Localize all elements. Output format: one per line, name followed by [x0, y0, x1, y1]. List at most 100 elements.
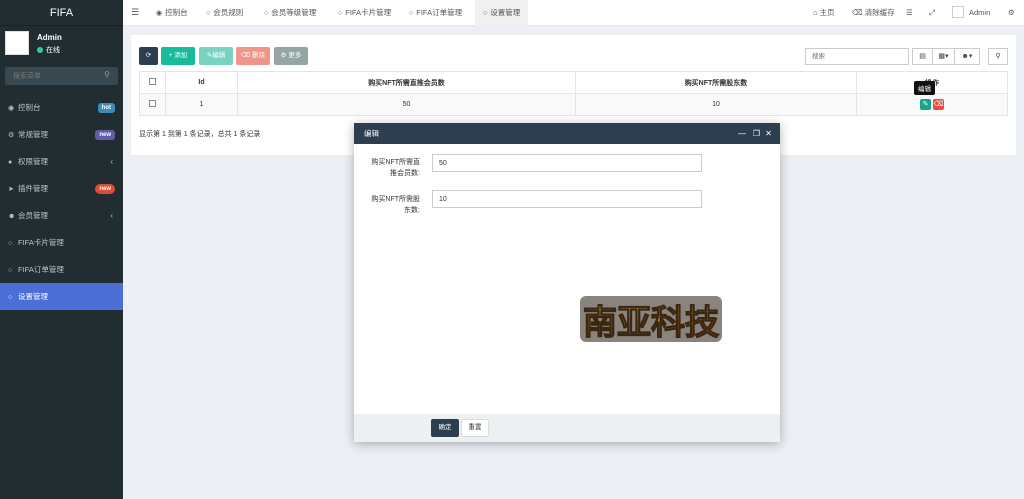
select-all-checkbox[interactable] [149, 78, 156, 85]
circle-icon: ○ [409, 10, 414, 17]
maximize-icon[interactable]: ❐ [753, 123, 760, 144]
tab-member-levels[interactable]: ○ 会员等级管理 [264, 0, 316, 26]
admin-label: Admin [969, 8, 991, 17]
sidebar-item-permission[interactable]: ● 权限管理 ‹ [0, 148, 123, 175]
toggle-view-icon[interactable]: ▤ [913, 49, 933, 64]
row-select-cell [139, 93, 166, 116]
user-name: Admin [37, 33, 62, 42]
circle-icon: ○ [8, 294, 13, 301]
edit-label: 编辑 [212, 52, 226, 59]
sidebar-item-label: FIFA卡片管理 [18, 238, 64, 247]
clear-cache-button[interactable]: ⌫ 清除缓存 [852, 0, 895, 26]
cell-operate: ✎ ⌫ [856, 93, 1008, 116]
fullscreen-icon[interactable]: ⤢ [929, 0, 935, 26]
tab-member-rules[interactable]: ○ 会员规则 [206, 0, 243, 26]
tab-dashboard[interactable]: ◉ 控制台 [156, 0, 188, 26]
tab-label: 会员规则 [213, 8, 244, 17]
edit-button[interactable]: ✎编辑 [199, 47, 233, 65]
home-label: 主页 [819, 8, 835, 17]
sidebar-item-label: 控制台 [18, 103, 41, 112]
search-icon[interactable]: ⚲ [104, 70, 110, 79]
cell-shareholders: 10 [575, 93, 857, 116]
tab-label: FIFA订单管理 [416, 8, 463, 17]
delete-button[interactable]: ⌫ 删除 [236, 47, 270, 65]
minimize-icon[interactable]: — [738, 123, 746, 144]
rocket-icon: ➤ [8, 186, 14, 193]
sidebar-item-label: 设置管理 [18, 292, 48, 301]
avatar [5, 31, 29, 55]
hot-badge: hot [97, 103, 115, 113]
sidebar-item-dashboard[interactable]: ◉ 控制台 hot [0, 94, 123, 121]
tab-fifa-cards[interactable]: ○ FIFA卡片管理 [338, 0, 391, 26]
search-icon[interactable]: ⚲ [988, 48, 1008, 65]
table-row: 1 50 10 ✎ ⌫ [139, 93, 1008, 116]
trash-icon: ⌫ [933, 101, 944, 108]
col-direct-members[interactable]: 购买NFT所需直推会员数 [237, 71, 576, 94]
direct-members-input[interactable] [432, 154, 702, 172]
refresh-button[interactable]: ⟳ [139, 47, 158, 65]
sidebar-item-label: 权限管理 [18, 157, 48, 166]
circle-icon: ○ [483, 10, 488, 17]
export-icon[interactable]: ☻▾ [955, 49, 979, 64]
table-search-input[interactable] [805, 48, 909, 65]
table-tools: ▤ ▦▾ ☻▾ [912, 48, 980, 65]
sidebar-search-input[interactable] [5, 67, 118, 85]
tab-label: FIFA卡片管理 [345, 8, 392, 17]
watermark-logo: 南亚科技 [580, 296, 722, 344]
modal-title: 编辑 [364, 129, 379, 138]
sidebar-item-fifa-orders[interactable]: ○ FIFA订单管理 [0, 256, 123, 283]
label-line: 购买NFT所需直 [371, 159, 420, 166]
tab-label: 设置管理 [490, 8, 521, 17]
tab-fifa-orders[interactable]: ○ FIFA订单管理 [409, 0, 462, 26]
columns-icon[interactable]: ▦▾ [933, 49, 955, 64]
edit-tooltip: 编辑 [914, 81, 935, 95]
field-shareholders-label: 购买NFT所需股 东数: [364, 194, 420, 216]
sidebar-item-members[interactable]: ☻ 会员管理 ‹ [0, 202, 123, 229]
cell-direct-members: 50 [237, 93, 576, 116]
user-status-text: 在线 [46, 47, 60, 54]
settings-gear-icon[interactable]: ⚙ [1008, 0, 1015, 26]
avatar [952, 6, 964, 18]
col-shareholders[interactable]: 购买NFT所需股东数 [575, 71, 857, 94]
confirm-button[interactable]: 确定 [431, 419, 459, 437]
top-navbar: ☰ ◉ 控制台 ○ 会员规则 ○ 会员等级管理 ○ FIFA卡片管理 ○ FIFA订单管理… [123, 0, 1024, 26]
row-checkbox[interactable] [149, 100, 156, 107]
shareholders-input[interactable] [432, 190, 702, 208]
circle-icon: ○ [264, 10, 269, 17]
brand-logo[interactable]: FIFA [0, 0, 123, 26]
watermark-text: 南亚科技 [583, 303, 719, 343]
tab-settings[interactable]: ○ 设置管理 [475, 0, 529, 26]
sidebar-item-settings[interactable]: ○ 设置管理 [0, 283, 123, 310]
pencil-icon: ✎ [922, 101, 929, 108]
translate-icon[interactable]: ☰ [906, 0, 913, 26]
reset-button[interactable]: 重置 [461, 419, 489, 437]
close-icon[interactable]: ✕ [765, 123, 772, 144]
new-badge: new [95, 184, 115, 194]
row-delete-button[interactable]: ⌫ [933, 99, 944, 110]
more-button[interactable]: ⚙ 更多 [274, 47, 308, 65]
sidebar-item-fifa-cards[interactable]: ○ FIFA卡片管理 [0, 229, 123, 256]
tab-label: 会员等级管理 [271, 8, 317, 17]
cogs-icon: ⚙ [8, 132, 15, 139]
clear-cache-label: 清除缓存 [864, 8, 895, 17]
user-circle-icon: ☻ [8, 213, 16, 220]
more-label: 更多 [288, 52, 302, 59]
col-id[interactable]: Id [165, 71, 238, 94]
user-panel: Admin 在线 [0, 26, 123, 62]
home-icon: ⌂ [813, 8, 820, 17]
admin-menu[interactable]: Admin [952, 0, 990, 26]
row-edit-button[interactable]: ✎ [920, 99, 931, 110]
group-icon: ● [8, 159, 13, 166]
add-label: 添加 [174, 52, 188, 59]
sidebar-item-label: 会员管理 [18, 211, 48, 220]
label-line: 东数: [404, 207, 420, 214]
sidebar-item-plugins[interactable]: ➤ 插件管理 new [0, 175, 123, 202]
menu-toggle-icon[interactable]: ☰ [131, 7, 139, 18]
sidebar-item-general[interactable]: ⚙ 常规管理 new [0, 121, 123, 148]
data-table: Id 购买NFT所需直推会员数 购买NFT所需股东数 操作 1 50 10 ✎⌫ [139, 71, 1008, 116]
trash-icon: ⌫ [852, 8, 865, 17]
sidebar: FIFA Admin 在线 ⚲ ◉控制台 hot ⚙常规管理 new ● 权限管理… [0, 0, 123, 499]
home-link[interactable]: ⌂ 主页 [813, 0, 835, 26]
add-button[interactable]: + 添加 [161, 47, 195, 65]
select-all-cell [139, 71, 166, 94]
